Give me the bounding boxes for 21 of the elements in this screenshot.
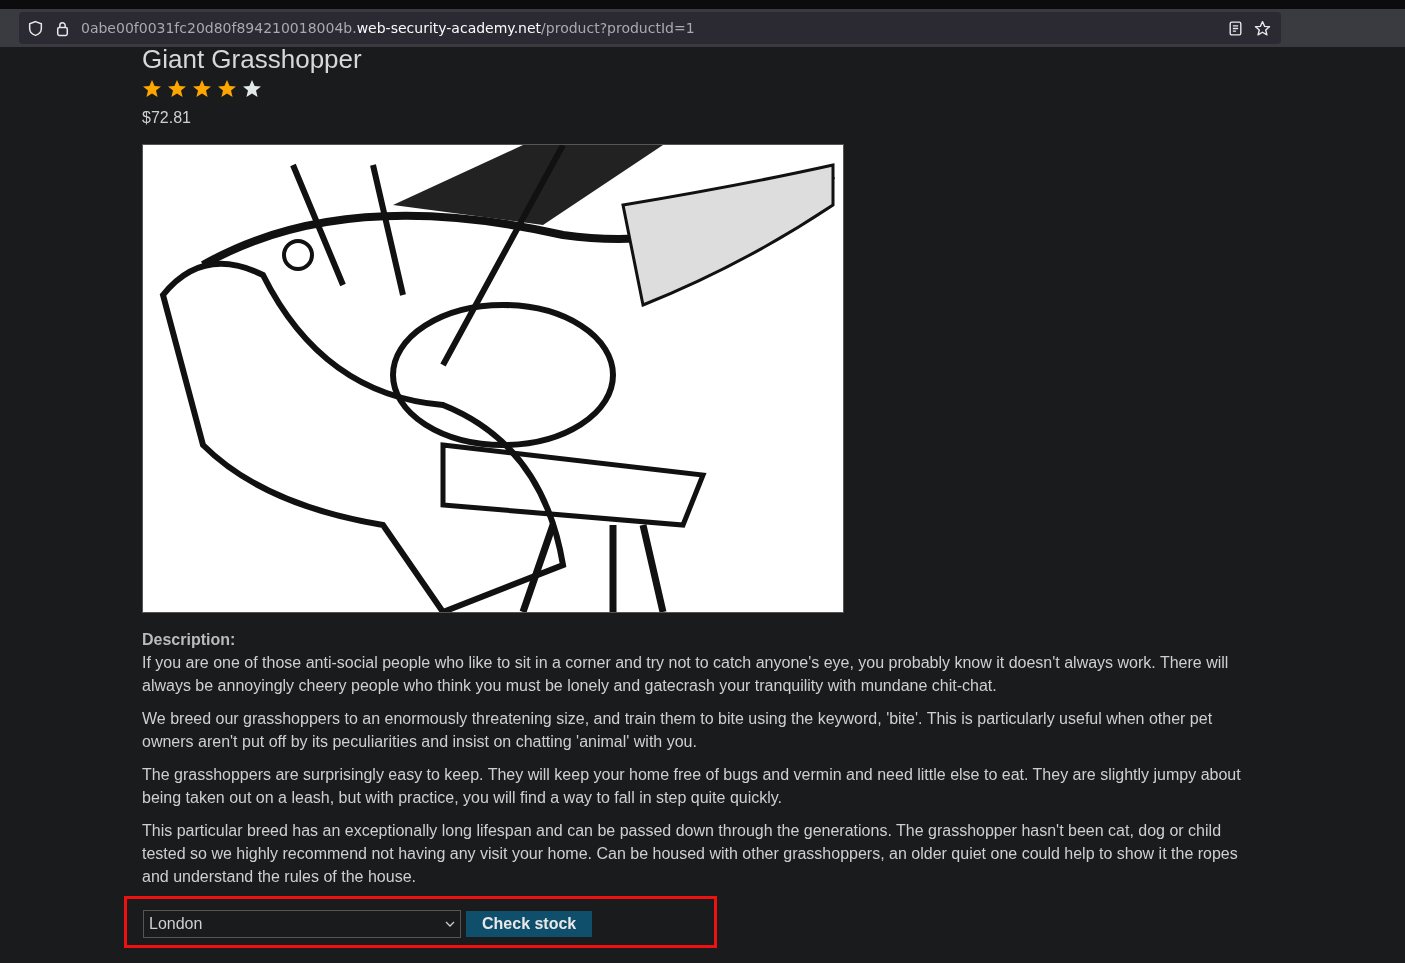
filled-star-icon — [142, 79, 162, 99]
lock-icon — [54, 19, 71, 37]
filled-star-icon — [192, 79, 212, 99]
check-stock-button[interactable]: Check stock — [466, 911, 593, 937]
chevron-icon — [445, 921, 455, 927]
description-paragraph: If you are one of those anti-social people who like to sit in a corner and try not to catch anyone's eye, you probably know it doesn't always work. There will always be annoyingly cheery people who think you must be lonely and gatecrash your tranquility with mundane chit-chat. — [142, 653, 1230, 696]
bookmark-star-icon[interactable] — [1254, 19, 1271, 37]
description-paragraph: We breed our grasshoppers to an enormously threatening size, and train them to bite using the keyword, 'bite'. This is particularly useful when other pet owners aren't put off by its peculiarities and insist on chatting 'animal' with you. — [142, 709, 1214, 752]
empty-star-icon — [242, 79, 262, 99]
description-paragraph: The grasshoppers are surprisingly easy to keep. They will keep your home free of bugs and vermin and need little else to eat. They are slightly jumpy about being taken out on a leash, but with practice, you will find a way to fall in step quite quickly. — [142, 765, 1242, 808]
filled-star-icon — [217, 79, 237, 99]
product-title: Giant Grasshopper — [142, 45, 363, 73]
reader-view-icon[interactable] — [1227, 19, 1244, 37]
description-label: Description: — [142, 631, 237, 649]
price: $72.81 — [142, 109, 192, 127]
url-text: 0abe00f0031fc20d80f894210018004b.web-security-academy.net/product?productId=1 — [81, 20, 695, 36]
shield-icon — [27, 19, 44, 37]
description-paragraph: This particular breed has an exceptionally long lifespan and can be passed down through the generations. The grasshopper hasn't been cat, dog or child tested so we highly recommend not having any visit your home. Can be housed with other grasshoppers, an older quiet one could help to show it the ropes and understand the rules of the house. — [142, 821, 1239, 887]
filled-star-icon — [167, 79, 187, 99]
store-select[interactable]: London — [143, 910, 461, 938]
address-bar[interactable]: 0abe00f0031fc20d80f894210018004b.web-security-academy.net/product?productId=1 — [19, 12, 1281, 44]
